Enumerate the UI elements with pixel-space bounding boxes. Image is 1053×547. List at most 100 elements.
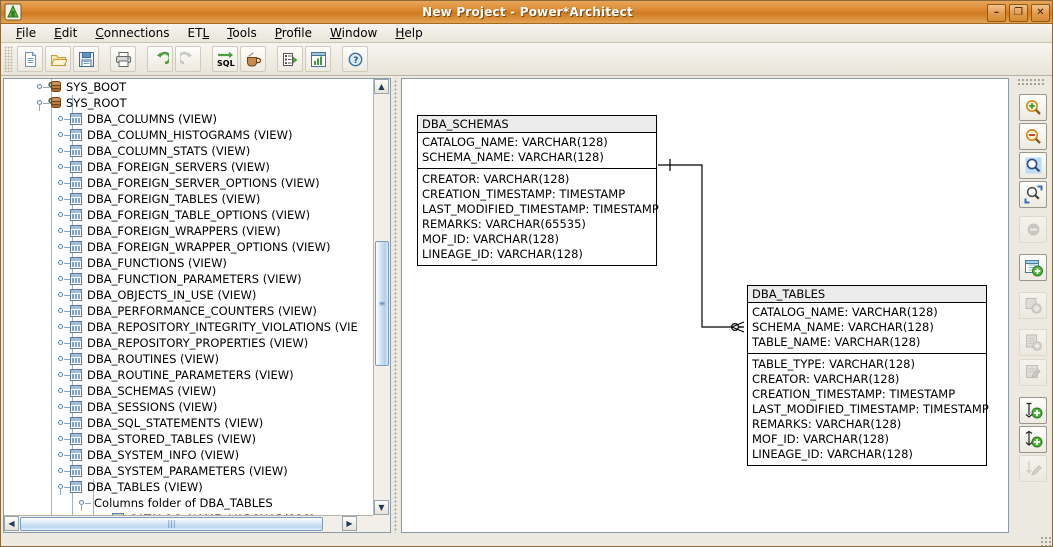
forward-engineer-sql-button[interactable]: SQL: [212, 46, 238, 72]
tree-expander-collapsed-icon[interactable]: [57, 111, 70, 127]
er-column[interactable]: LAST_MODIFIED_TIMESTAMP: TIMESTAMP: [752, 402, 989, 417]
tree-expander-collapsed-icon[interactable]: [57, 255, 70, 271]
tree-expander-expanded-icon[interactable]: [78, 495, 91, 511]
er-table[interactable]: DBA_SCHEMAS CATALOG_NAME: VARCHAR(128) SCH…: [417, 115, 659, 266]
menu-help[interactable]: Help: [386, 25, 431, 41]
palette-drag-handle[interactable]: [1017, 78, 1045, 86]
edit-column-button[interactable]: [1019, 359, 1047, 386]
tree-node[interactable]: DBA_SQL_STATEMENTS (VIEW): [4, 415, 374, 431]
tree-expander-collapsed-icon[interactable]: [57, 287, 70, 303]
open-project-button[interactable]: [45, 46, 71, 72]
tree-expander-collapsed-icon[interactable]: [57, 383, 70, 399]
help-button[interactable]: ?: [342, 46, 368, 72]
tree-node[interactable]: DBA_FOREIGN_WRAPPER_OPTIONS (VIEW): [4, 239, 374, 255]
menu-edit[interactable]: Edit: [45, 25, 86, 41]
er-column[interactable]: MOF_ID: VARCHAR(128): [752, 432, 982, 447]
toolbar-drag-handle[interactable]: [4, 46, 13, 72]
zoom-to-fit-button[interactable]: [1019, 181, 1047, 208]
er-column[interactable]: TABLE_NAME: VARCHAR(128): [752, 335, 982, 350]
tree-node[interactable]: DBA_PERFORMANCE_COUNTERS (VIEW): [4, 303, 374, 319]
tree-expander-collapsed-icon[interactable]: [57, 159, 70, 175]
new-project-button[interactable]: [17, 46, 43, 72]
er-column[interactable]: CREATOR: VARCHAR(128): [752, 372, 982, 387]
tree-node[interactable]: DBA_FOREIGN_SERVERS (VIEW): [4, 159, 374, 175]
er-column[interactable]: LAST_MODIFIED_TIMESTAMP: TIMESTAMP: [422, 202, 659, 217]
tree-node[interactable]: DBA_COLUMN_HISTOGRAMS (VIEW): [4, 127, 374, 143]
compare-dm-button[interactable]: [240, 46, 266, 72]
tree-expander-collapsed-icon[interactable]: [57, 351, 70, 367]
window-resize-grip[interactable]: [1040, 536, 1052, 546]
tree-node[interactable]: DBA_FOREIGN_TABLES (VIEW): [4, 191, 374, 207]
playpen-diagram-panel[interactable]: DBA_SCHEMAS CATALOG_NAME: VARCHAR(128) SCH…: [401, 78, 1009, 533]
new-identifying-relationship-button[interactable]: [1019, 397, 1047, 424]
tree-node[interactable]: DBA_STORED_TABLES (VIEW): [4, 431, 374, 447]
tree-expander-collapsed-icon[interactable]: [57, 271, 70, 287]
er-column[interactable]: TABLE_TYPE: VARCHAR(128): [752, 357, 982, 372]
edit-relationship-button[interactable]: [1019, 455, 1047, 482]
tree-expander-collapsed-icon[interactable]: [57, 367, 70, 383]
new-table-button[interactable]: [1019, 254, 1047, 281]
tree-node[interactable]: DBA_ROUTINE_PARAMETERS (VIEW): [4, 367, 374, 383]
tree-node[interactable]: DBA_SCHEMAS (VIEW): [4, 383, 374, 399]
tree-vertical-scrollbar[interactable]: ▲ ≡ ▼: [373, 79, 390, 515]
er-column[interactable]: CATALOG_NAME: VARCHAR(128): [752, 305, 982, 320]
menu-window[interactable]: Window: [321, 25, 386, 41]
profile-button[interactable]: [277, 46, 303, 72]
tree-horizontal-scroll-thumb[interactable]: |||: [20, 517, 323, 531]
tree-horizontal-scrollbar[interactable]: ◀ ||| ▶: [4, 515, 373, 532]
close-button[interactable]: ✕: [1031, 4, 1050, 22]
er-column[interactable]: SCHEMA_NAME: VARCHAR(128): [422, 150, 652, 165]
tree-node[interactable]: DBA_OBJECTS_IN_USE (VIEW): [4, 287, 374, 303]
tree-scroll-left-button[interactable]: ◀: [4, 516, 19, 531]
tree-expander-collapsed-icon[interactable]: [57, 463, 70, 479]
insert-index-button[interactable]: [1019, 292, 1047, 319]
menu-file[interactable]: File: [7, 25, 45, 41]
tree-node[interactable]: DBA_TABLES (VIEW): [4, 479, 374, 495]
tree-node[interactable]: DBA_SYSTEM_PARAMETERS (VIEW): [4, 463, 374, 479]
zoom-out-button[interactable]: [1019, 123, 1047, 150]
tree-node[interactable]: DBA_FUNCTION_PARAMETERS (VIEW): [4, 271, 374, 287]
tree-scroll-down-button[interactable]: ▼: [374, 500, 389, 515]
tree-expander-collapsed-icon[interactable]: [57, 319, 70, 335]
tree-node[interactable]: DBA_FOREIGN_WRAPPERS (VIEW): [4, 223, 374, 239]
delete-selected-button[interactable]: [1019, 216, 1047, 243]
tree-expander-collapsed-icon[interactable]: [57, 127, 70, 143]
menu-connections[interactable]: Connections: [86, 25, 178, 41]
zoom-reset-button[interactable]: [1019, 152, 1047, 179]
new-non-identifying-relationship-button[interactable]: [1019, 426, 1047, 453]
er-table-title[interactable]: DBA_SCHEMAS: [417, 115, 657, 132]
tree-node[interactable]: DBA_FUNCTIONS (VIEW): [4, 255, 374, 271]
er-column[interactable]: MOF_ID: VARCHAR(128): [422, 232, 652, 247]
tree-expander-collapsed-icon[interactable]: [57, 431, 70, 447]
tree-expander-collapsed-icon[interactable]: [57, 223, 70, 239]
tree-expander-collapsed-icon[interactable]: [57, 447, 70, 463]
tree-node[interactable]: DBA_COLUMNS (VIEW): [4, 111, 374, 127]
insert-column-button[interactable]: [1019, 329, 1047, 356]
tree-node[interactable]: DBA_REPOSITORY_INTEGRITY_VIOLATIONS (VIE: [4, 319, 374, 335]
menu-etl[interactable]: ETL: [179, 25, 219, 41]
tree-node[interactable]: DBA_SESSIONS (VIEW): [4, 399, 374, 415]
er-table-title[interactable]: DBA_TABLES: [747, 285, 987, 302]
redo-button[interactable]: [175, 46, 201, 72]
tree-scroll-right-button[interactable]: ▶: [342, 516, 357, 531]
er-column[interactable]: CREATION_TIMESTAMP: TIMESTAMP: [752, 387, 982, 402]
er-diagram-canvas[interactable]: DBA_SCHEMAS CATALOG_NAME: VARCHAR(128) SCH…: [402, 79, 1008, 532]
er-column[interactable]: REMARKS: VARCHAR(65535): [422, 217, 652, 232]
tree-node[interactable]: CSYS_ROOT: [4, 95, 374, 111]
save-project-button[interactable]: [73, 46, 99, 72]
er-column[interactable]: SCHEMA_NAME: VARCHAR(128): [752, 320, 982, 335]
tree-node[interactable]: DBA_COLUMN_STATS (VIEW): [4, 143, 374, 159]
er-column[interactable]: CATALOG_NAME: VARCHAR(128): [422, 135, 652, 150]
tree-node[interactable]: Columns folder of DBA_TABLES: [4, 495, 374, 511]
tree-expander-collapsed-icon[interactable]: [57, 239, 70, 255]
er-table[interactable]: DBA_TABLES CATALOG_NAME: VARCHAR(128) SCHE…: [747, 285, 989, 466]
tree-node[interactable]: DBA_FOREIGN_TABLE_OPTIONS (VIEW): [4, 207, 374, 223]
database-tree[interactable]: CSYS_BOOTCSYS_ROOTDBA_COLUMNS (VIEW)DBA_…: [4, 79, 374, 515]
tree-expander-collapsed-icon[interactable]: [57, 399, 70, 415]
er-column[interactable]: CREATOR: VARCHAR(128): [422, 172, 652, 187]
er-column[interactable]: CREATION_TIMESTAMP: TIMESTAMP: [422, 187, 652, 202]
maximize-button[interactable]: ❐: [1009, 4, 1028, 22]
er-column[interactable]: LINEAGE_ID: VARCHAR(128): [422, 247, 652, 262]
tree-expander-collapsed-icon[interactable]: [57, 175, 70, 191]
er-column[interactable]: REMARKS: VARCHAR(128): [752, 417, 982, 432]
